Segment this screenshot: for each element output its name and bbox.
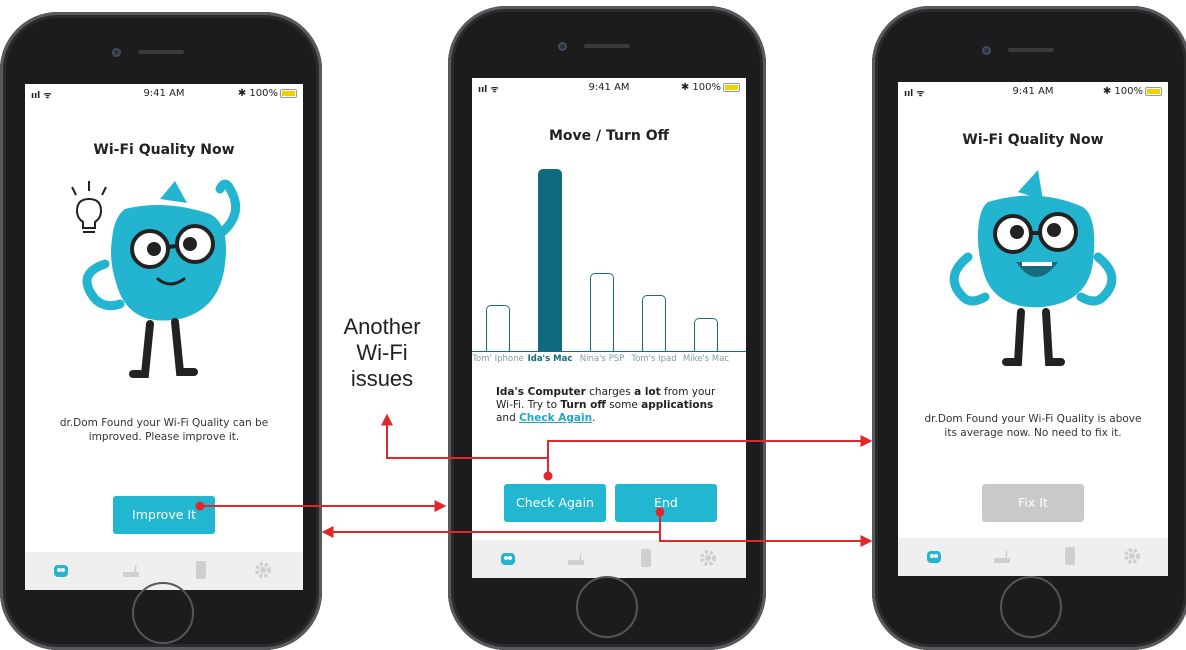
arrow-end-to-result — [659, 532, 873, 547]
arrow-check-to-issues — [381, 413, 549, 476]
arrow-check-to-result — [547, 435, 873, 458]
flow-node — [543, 471, 553, 481]
flow-node — [655, 507, 665, 517]
arrow-end-to-start — [321, 512, 661, 538]
flow-node — [195, 501, 205, 511]
flow-arrows — [195, 413, 873, 547]
